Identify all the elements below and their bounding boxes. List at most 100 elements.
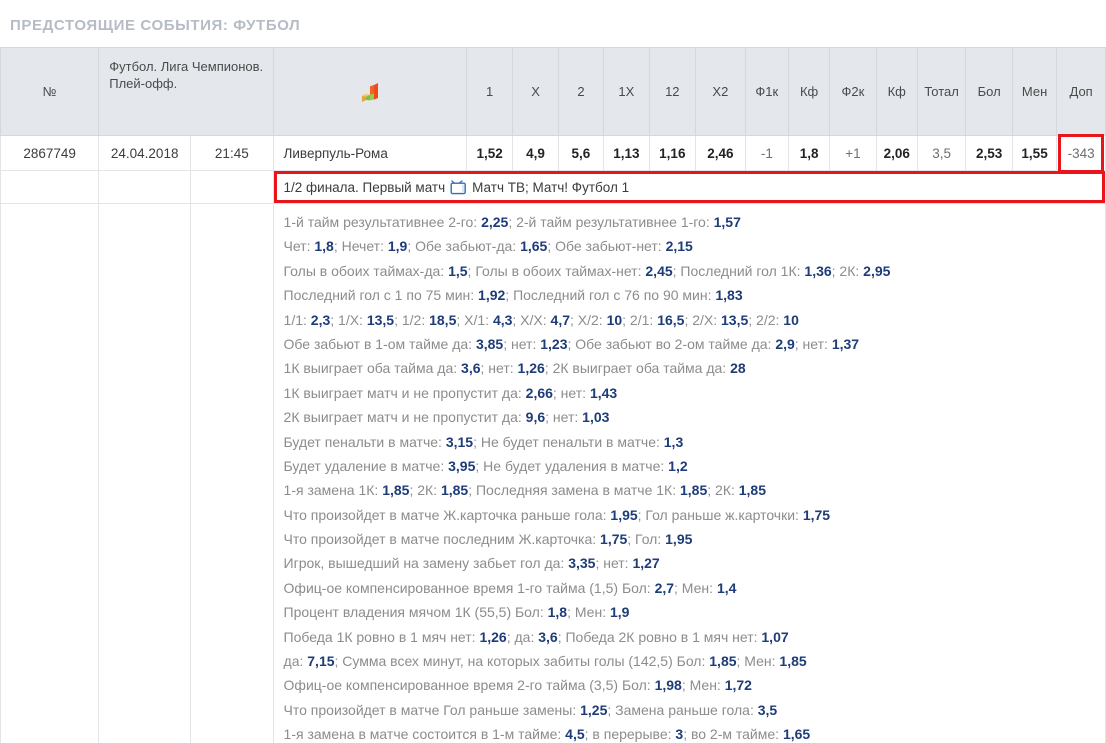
header-col-x2[interactable]: Х2: [695, 47, 746, 136]
market-odd-value[interactable]: 1,85: [709, 653, 736, 669]
market-odd-value[interactable]: 1,9: [610, 604, 629, 620]
market-odd-value[interactable]: 1,37: [832, 336, 859, 352]
market-odd-value[interactable]: 13,5: [367, 312, 394, 328]
market-odd-value[interactable]: 1,2: [668, 458, 687, 474]
market-odd-value[interactable]: 1,85: [779, 653, 806, 669]
cell-odd-1x[interactable]: 1,13: [603, 135, 650, 171]
market-odd-value[interactable]: 7,15: [307, 653, 334, 669]
market-odd-value[interactable]: 3,5: [758, 702, 777, 718]
market-odd-value[interactable]: 1,85: [739, 482, 766, 498]
market-odd-value[interactable]: 13,5: [721, 312, 748, 328]
market-odd-value[interactable]: 4,3: [493, 312, 512, 328]
market-line[interactable]: 2К выиграет матч и не пропустит да: 9,6;…: [284, 405, 1105, 429]
market-line[interactable]: Чет: 1,8; Нечет: 1,9; Обе забьют-да: 1,6…: [284, 234, 1105, 258]
market-odd-value[interactable]: 2,66: [526, 385, 553, 401]
market-odd-value[interactable]: 2,7: [655, 580, 674, 596]
market-odd-value[interactable]: 1,8: [314, 238, 333, 254]
market-line[interactable]: Победа 1К ровно в 1 мяч нет: 1,26; да: 3…: [284, 625, 1105, 649]
market-odd-value[interactable]: 4,5: [565, 726, 584, 742]
market-odd-value[interactable]: 1,36: [804, 263, 831, 279]
market-line[interactable]: Последний гол с 1 по 75 мин: 1,92; После…: [284, 283, 1105, 307]
market-line[interactable]: Что произойдет в матче Ж.карточка раньше…: [284, 503, 1105, 527]
table-row[interactable]: 2867749 24.04.2018 21:45 Ливерпуль-Рома …: [0, 134, 1106, 173]
market-odd-value[interactable]: 1,07: [761, 629, 788, 645]
market-line[interactable]: 1К выиграет оба тайма да: 3,6; нет: 1,26…: [284, 356, 1105, 380]
market-odd-value[interactable]: 1,3: [664, 434, 683, 450]
cell-odd-kf1[interactable]: 1,8: [787, 135, 831, 171]
header-league[interactable]: Футбол. Лига Чемпионов. Плей-офф.: [98, 47, 274, 136]
header-col-dop[interactable]: Доп: [1056, 47, 1106, 136]
market-odd-value[interactable]: 1,95: [610, 507, 637, 523]
market-line[interactable]: Будет удаление в матче: 3,95; Не будет у…: [284, 454, 1105, 478]
header-number[interactable]: №: [0, 47, 100, 136]
market-odd-value[interactable]: 3,6: [461, 360, 480, 376]
market-line[interactable]: 1-я замена 1К: 1,85; 2К: 1,85; Последняя…: [284, 478, 1105, 502]
market-odd-value[interactable]: 3,6: [538, 629, 557, 645]
market-line[interactable]: Голы в обоих таймах-да: 1,5; Голы в обои…: [284, 259, 1105, 283]
market-odd-value[interactable]: 1,03: [582, 409, 609, 425]
market-odd-value[interactable]: 4,7: [551, 312, 570, 328]
market-line[interactable]: Будет пенальти в матче: 3,15; Не будет п…: [284, 430, 1105, 454]
market-odd-value[interactable]: 1,75: [600, 531, 627, 547]
market-line[interactable]: да: 7,15; Сумма всех минут, на которых з…: [284, 649, 1105, 673]
market-line[interactable]: Обе забьют в 1-ом тайме да: 3,85; нет: 1…: [284, 332, 1105, 356]
header-col-bol[interactable]: Бол: [965, 47, 1013, 136]
market-odd-value[interactable]: 1,57: [714, 214, 741, 230]
market-odd-value[interactable]: 2,9: [775, 336, 794, 352]
market-odd-value[interactable]: 1,43: [590, 385, 617, 401]
market-line[interactable]: 1К выиграет матч и не пропустит да: 2,66…: [284, 381, 1105, 405]
market-odd-value[interactable]: 1,8: [548, 604, 567, 620]
market-odd-value[interactable]: 2,15: [666, 238, 693, 254]
header-col-f1k[interactable]: Ф1к: [744, 47, 789, 136]
header-col-1x[interactable]: 1Х: [603, 47, 650, 136]
market-odd-value[interactable]: 10: [783, 312, 799, 328]
market-line[interactable]: Что произойдет в матче последним Ж.карто…: [284, 527, 1105, 551]
market-odd-value[interactable]: 3,95: [448, 458, 475, 474]
market-odd-value[interactable]: 1,98: [655, 677, 682, 693]
cell-odd-12[interactable]: 1,16: [648, 135, 697, 171]
market-odd-value[interactable]: 1,25: [580, 702, 607, 718]
header-col-2[interactable]: 2: [557, 47, 605, 136]
market-line[interactable]: 1/1: 2,3; 1/Х: 13,5; 1/2: 18,5; Х/1: 4,3…: [284, 308, 1105, 332]
header-col-x[interactable]: X: [512, 47, 559, 136]
market-odd-value[interactable]: 1,65: [783, 726, 810, 742]
cell-odd-x2[interactable]: 2,46: [695, 135, 746, 171]
cell-odd-over[interactable]: 2,53: [965, 135, 1013, 171]
header-col-f2k[interactable]: Ф2к: [829, 47, 877, 136]
cell-odd-kf2[interactable]: 2,06: [875, 135, 918, 171]
market-odd-value[interactable]: 1,75: [803, 507, 830, 523]
market-odd-value[interactable]: 9,6: [526, 409, 545, 425]
market-odd-value[interactable]: 1,92: [478, 287, 505, 303]
market-odd-value[interactable]: 1,9: [388, 238, 407, 254]
market-odd-value[interactable]: 1,26: [518, 360, 545, 376]
cell-odd-x[interactable]: 4,9: [512, 135, 559, 171]
market-odd-value[interactable]: 2,45: [645, 263, 672, 279]
market-odd-value[interactable]: 1,65: [520, 238, 547, 254]
header-col-12[interactable]: 12: [648, 47, 697, 136]
market-odd-value[interactable]: 18,5: [429, 312, 456, 328]
header-col-1[interactable]: 1: [465, 47, 514, 136]
cell-teams[interactable]: Ливерпуль-Рома: [272, 135, 467, 171]
market-odd-value[interactable]: 2,3: [311, 312, 330, 328]
cell-odd-under[interactable]: 1,55: [1011, 135, 1058, 171]
market-line[interactable]: Игрок, вышедший на замену забьет гол да:…: [284, 551, 1105, 575]
market-odd-value[interactable]: 1,26: [479, 629, 506, 645]
cell-odd-2[interactable]: 5,6: [557, 135, 605, 171]
market-odd-value[interactable]: 1,27: [632, 555, 659, 571]
market-odd-value[interactable]: 1,72: [725, 677, 752, 693]
market-odd-value[interactable]: 1,85: [382, 482, 409, 498]
market-line[interactable]: Офиц-ое компенсированное время 1-го тайм…: [284, 576, 1105, 600]
market-line[interactable]: Процент владения мячом 1К (55,5) Бол: 1,…: [284, 600, 1105, 624]
market-odd-value[interactable]: 1,95: [665, 531, 692, 547]
header-chart-icon-cell[interactable]: [272, 47, 467, 136]
market-odd-value[interactable]: 3,85: [476, 336, 503, 352]
market-line[interactable]: 1-й тайм результативнее 2-го: 2,25; 2-й …: [284, 210, 1105, 234]
market-odd-value[interactable]: 3,15: [446, 434, 473, 450]
header-col-men[interactable]: Мен: [1011, 47, 1058, 136]
market-odd-value[interactable]: 1,4: [717, 580, 736, 596]
header-col-kf2[interactable]: Кф: [875, 47, 918, 136]
header-col-kf1[interactable]: Кф: [787, 47, 831, 136]
market-odd-value[interactable]: 3,35: [568, 555, 595, 571]
header-col-total[interactable]: Тотал: [916, 47, 967, 136]
market-odd-value[interactable]: 16,5: [657, 312, 684, 328]
